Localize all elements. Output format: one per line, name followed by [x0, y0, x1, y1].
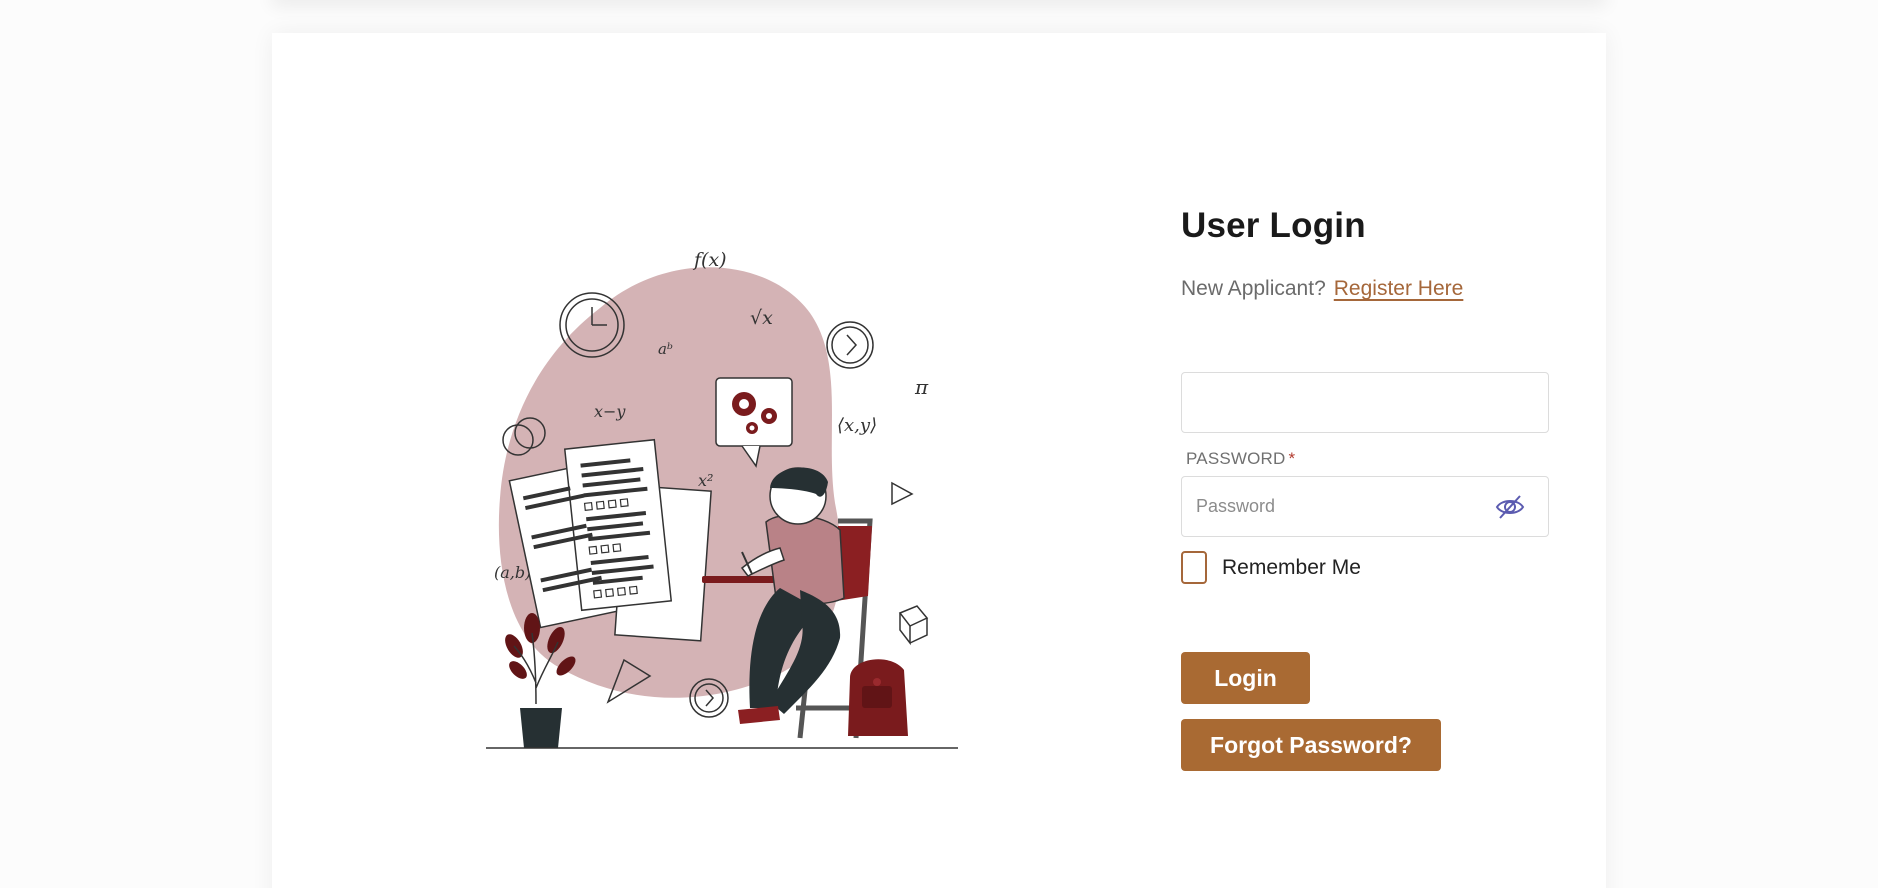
- remember-label: Remember Me: [1222, 555, 1361, 579]
- svg-text:aᵇ: aᵇ: [658, 340, 673, 358]
- password-field-box: [1181, 476, 1549, 537]
- svg-text:x²: x²: [698, 471, 713, 490]
- svg-text:(a,b): (a,b): [494, 563, 531, 582]
- svg-text:f(x): f(x): [692, 249, 727, 271]
- username-field[interactable]: [1181, 372, 1549, 433]
- student-illustration: f(x) √x aᵇ x−y ⟨x,y⟩ π x² (a,b): [480, 238, 960, 760]
- register-link[interactable]: Register Here: [1334, 277, 1464, 300]
- password-label: PASSWORD *: [1186, 449, 1295, 469]
- password-label-text: PASSWORD: [1186, 449, 1286, 468]
- required-marker: *: [1288, 449, 1296, 468]
- svg-text:x−y: x−y: [594, 402, 626, 421]
- forgot-password-button[interactable]: Forgot Password?: [1181, 719, 1441, 771]
- svg-text:⟨x,y⟩: ⟨x,y⟩: [837, 415, 877, 436]
- login-form: User Login New Applicant? Register Here P…: [1181, 204, 1551, 771]
- remember-checkbox[interactable]: [1181, 551, 1207, 584]
- eye-slash-icon[interactable]: [1494, 491, 1526, 523]
- login-button[interactable]: Login: [1181, 652, 1310, 704]
- svg-text:√x: √x: [750, 307, 773, 329]
- page: f(x) √x aᵇ x−y ⟨x,y⟩ π x² (a,b) User Log…: [0, 0, 1878, 888]
- register-prompt: New Applicant? Register Here: [1181, 277, 1463, 301]
- page-title: User Login: [1181, 206, 1366, 245]
- password-input[interactable]: [1196, 477, 1486, 536]
- new-applicant-text: New Applicant?: [1181, 277, 1326, 300]
- svg-text:π: π: [914, 375, 929, 399]
- remember-me: Remember Me: [1181, 551, 1361, 584]
